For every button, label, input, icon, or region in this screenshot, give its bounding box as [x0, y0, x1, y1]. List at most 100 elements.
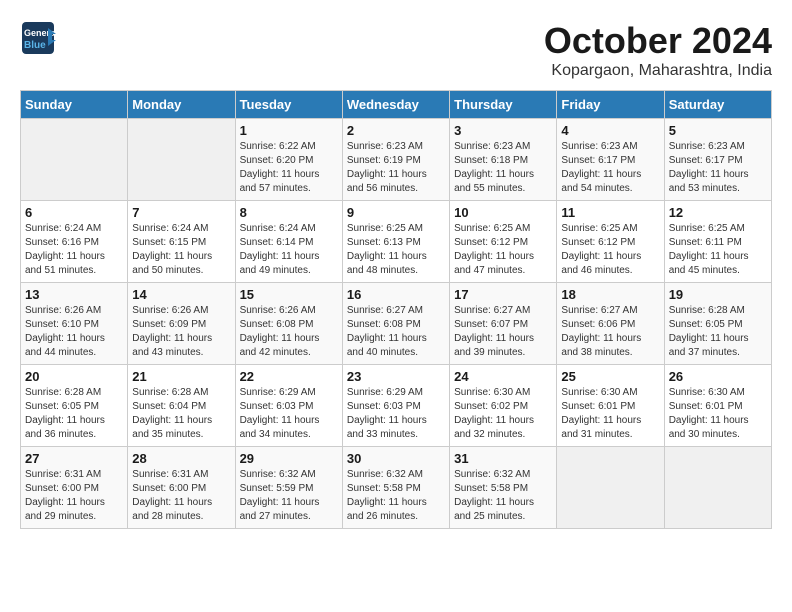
calendar-cell: 1Sunrise: 6:22 AM Sunset: 6:20 PM Daylig… — [235, 119, 342, 201]
calendar-cell: 10 Sunrise: 6:25 AM Sunset: 6:12 PM Dayli… — [450, 201, 557, 283]
header-saturday: Saturday — [664, 91, 771, 119]
page-header: General Blue October 2024 Kopargaon, Mah… — [20, 20, 772, 80]
calendar-week-3: 20Sunrise: 6:28 AM Sunset: 6:05 PM Dayli… — [21, 365, 772, 447]
calendar-header: SundayMondayTuesdayWednesdayThursdayFrid… — [21, 91, 772, 119]
calendar-cell: 17 Sunrise: 6:27 AM Sunset: 6:07 PM Dayli… — [450, 283, 557, 365]
page-subtitle: Kopargaon, Maharashtra, India — [544, 62, 772, 80]
title-section: October 2024 Kopargaon, Maharashtra, Ind… — [544, 20, 772, 80]
calendar-cell: 19Sunrise: 6:28 AM Sunset: 6:05 PM Dayli… — [664, 283, 771, 365]
calendar-cell: 22Sunrise: 6:29 AM Sunset: 6:03 PM Dayli… — [235, 365, 342, 447]
day-info: Sunrise: 6:31 AM Sunset: 6:00 PM Dayligh… — [132, 468, 230, 524]
header-tuesday: Tuesday — [235, 91, 342, 119]
day-number: 3 — [454, 123, 552, 138]
calendar-cell: 11 Sunrise: 6:25 AM Sunset: 6:12 PM Dayli… — [557, 201, 664, 283]
day-info: Sunrise: 6:27 AM Sunset: 6:06 PM Dayligh… — [561, 304, 659, 360]
day-number: 28 — [132, 451, 230, 466]
header-sunday: Sunday — [21, 91, 128, 119]
calendar-cell: 20Sunrise: 6:28 AM Sunset: 6:05 PM Dayli… — [21, 365, 128, 447]
calendar-body: 1Sunrise: 6:22 AM Sunset: 6:20 PM Daylig… — [21, 119, 772, 529]
day-info: Sunrise: 6:25 AM Sunset: 6:11 PM Dayligh… — [669, 222, 767, 278]
calendar-cell: 21 Sunrise: 6:28 AM Sunset: 6:04 PM Dayli… — [128, 365, 235, 447]
calendar-cell: 29 Sunrise: 6:32 AM Sunset: 5:59 PM Dayli… — [235, 447, 342, 529]
logo: General Blue — [20, 20, 56, 56]
page-title: October 2024 — [544, 20, 772, 62]
calendar-cell: 8 Sunrise: 6:24 AM Sunset: 6:14 PM Daylig… — [235, 201, 342, 283]
day-info: Sunrise: 6:22 AM Sunset: 6:20 PM Dayligh… — [240, 140, 338, 196]
day-info: Sunrise: 6:32 AM Sunset: 5:58 PM Dayligh… — [347, 468, 445, 524]
day-info: Sunrise: 6:25 AM Sunset: 6:12 PM Dayligh… — [561, 222, 659, 278]
calendar-cell: 9Sunrise: 6:25 AM Sunset: 6:13 PM Daylig… — [342, 201, 449, 283]
calendar-cell: 18Sunrise: 6:27 AM Sunset: 6:06 PM Dayli… — [557, 283, 664, 365]
day-info: Sunrise: 6:30 AM Sunset: 6:01 PM Dayligh… — [669, 386, 767, 442]
day-number: 26 — [669, 369, 767, 384]
calendar-week-2: 13 Sunrise: 6:26 AM Sunset: 6:10 PM Dayli… — [21, 283, 772, 365]
day-info: Sunrise: 6:31 AM Sunset: 6:00 PM Dayligh… — [25, 468, 123, 524]
day-number: 8 — [240, 205, 338, 220]
day-number: 24 — [454, 369, 552, 384]
day-info: Sunrise: 6:23 AM Sunset: 6:17 PM Dayligh… — [561, 140, 659, 196]
day-number: 7 — [132, 205, 230, 220]
day-number: 9 — [347, 205, 445, 220]
calendar-cell: 27Sunrise: 6:31 AM Sunset: 6:00 PM Dayli… — [21, 447, 128, 529]
day-number: 6 — [25, 205, 123, 220]
day-number: 21 — [132, 369, 230, 384]
day-info: Sunrise: 6:26 AM Sunset: 6:09 PM Dayligh… — [132, 304, 230, 360]
header-thursday: Thursday — [450, 91, 557, 119]
day-info: Sunrise: 6:28 AM Sunset: 6:05 PM Dayligh… — [25, 386, 123, 442]
calendar-cell: 2 Sunrise: 6:23 AM Sunset: 6:19 PM Daylig… — [342, 119, 449, 201]
calendar-cell: 26 Sunrise: 6:30 AM Sunset: 6:01 PM Dayli… — [664, 365, 771, 447]
day-number: 30 — [347, 451, 445, 466]
calendar-cell — [557, 447, 664, 529]
header-wednesday: Wednesday — [342, 91, 449, 119]
header-monday: Monday — [128, 91, 235, 119]
day-number: 16 — [347, 287, 445, 302]
calendar-table: SundayMondayTuesdayWednesdayThursdayFrid… — [20, 90, 772, 529]
day-number: 12 — [669, 205, 767, 220]
calendar-cell: 16Sunrise: 6:27 AM Sunset: 6:08 PM Dayli… — [342, 283, 449, 365]
svg-text:Blue: Blue — [24, 40, 46, 51]
day-info: Sunrise: 6:27 AM Sunset: 6:07 PM Dayligh… — [454, 304, 552, 360]
calendar-cell — [664, 447, 771, 529]
day-info: Sunrise: 6:24 AM Sunset: 6:15 PM Dayligh… — [132, 222, 230, 278]
day-number: 15 — [240, 287, 338, 302]
header-friday: Friday — [557, 91, 664, 119]
day-number: 14 — [132, 287, 230, 302]
day-number: 10 — [454, 205, 552, 220]
day-info: Sunrise: 6:26 AM Sunset: 6:08 PM Dayligh… — [240, 304, 338, 360]
day-info: Sunrise: 6:23 AM Sunset: 6:18 PM Dayligh… — [454, 140, 552, 196]
day-number: 17 — [454, 287, 552, 302]
day-info: Sunrise: 6:28 AM Sunset: 6:05 PM Dayligh… — [669, 304, 767, 360]
day-number: 13 — [25, 287, 123, 302]
calendar-cell: 28 Sunrise: 6:31 AM Sunset: 6:00 PM Dayli… — [128, 447, 235, 529]
day-info: Sunrise: 6:25 AM Sunset: 6:12 PM Dayligh… — [454, 222, 552, 278]
day-info: Sunrise: 6:23 AM Sunset: 6:19 PM Dayligh… — [347, 140, 445, 196]
day-number: 23 — [347, 369, 445, 384]
calendar-cell: 3 Sunrise: 6:23 AM Sunset: 6:18 PM Daylig… — [450, 119, 557, 201]
day-info: Sunrise: 6:30 AM Sunset: 6:02 PM Dayligh… — [454, 386, 552, 442]
calendar-cell: 7 Sunrise: 6:24 AM Sunset: 6:15 PM Daylig… — [128, 201, 235, 283]
day-info: Sunrise: 6:28 AM Sunset: 6:04 PM Dayligh… — [132, 386, 230, 442]
day-number: 5 — [669, 123, 767, 138]
day-number: 22 — [240, 369, 338, 384]
day-info: Sunrise: 6:26 AM Sunset: 6:10 PM Dayligh… — [25, 304, 123, 360]
day-number: 11 — [561, 205, 659, 220]
day-info: Sunrise: 6:32 AM Sunset: 5:59 PM Dayligh… — [240, 468, 338, 524]
calendar-cell: 24 Sunrise: 6:30 AM Sunset: 6:02 PM Dayli… — [450, 365, 557, 447]
day-number: 31 — [454, 451, 552, 466]
calendar-week-1: 6 Sunrise: 6:24 AM Sunset: 6:16 PM Daylig… — [21, 201, 772, 283]
header-row: SundayMondayTuesdayWednesdayThursdayFrid… — [21, 91, 772, 119]
day-info: Sunrise: 6:32 AM Sunset: 5:58 PM Dayligh… — [454, 468, 552, 524]
day-info: Sunrise: 6:30 AM Sunset: 6:01 PM Dayligh… — [561, 386, 659, 442]
day-number: 25 — [561, 369, 659, 384]
calendar-cell: 6 Sunrise: 6:24 AM Sunset: 6:16 PM Daylig… — [21, 201, 128, 283]
calendar-cell: 5 Sunrise: 6:23 AM Sunset: 6:17 PM Daylig… — [664, 119, 771, 201]
day-info: Sunrise: 6:23 AM Sunset: 6:17 PM Dayligh… — [669, 140, 767, 196]
day-number: 29 — [240, 451, 338, 466]
calendar-cell: 13 Sunrise: 6:26 AM Sunset: 6:10 PM Dayli… — [21, 283, 128, 365]
calendar-cell: 31 Sunrise: 6:32 AM Sunset: 5:58 PM Dayli… — [450, 447, 557, 529]
logo-icon: General Blue — [20, 20, 56, 56]
day-number: 2 — [347, 123, 445, 138]
day-info: Sunrise: 6:24 AM Sunset: 6:14 PM Dayligh… — [240, 222, 338, 278]
calendar-cell: 23Sunrise: 6:29 AM Sunset: 6:03 PM Dayli… — [342, 365, 449, 447]
day-info: Sunrise: 6:24 AM Sunset: 6:16 PM Dayligh… — [25, 222, 123, 278]
